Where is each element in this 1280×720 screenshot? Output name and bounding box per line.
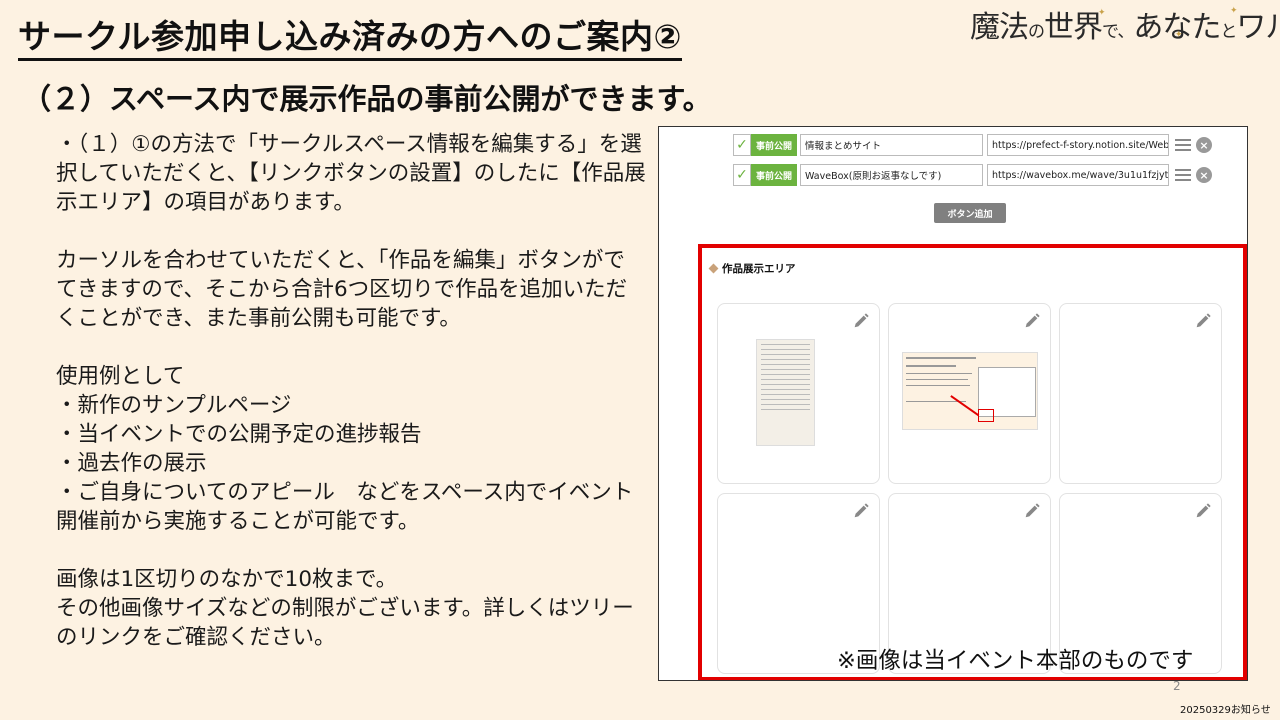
thumbnail-image — [902, 352, 1038, 430]
drag-handle-icon[interactable] — [1175, 169, 1192, 181]
gallery-card[interactable] — [1059, 303, 1222, 484]
gallery-area: 作品展示エリア ※画像は当イベント本部のものです — [698, 244, 1247, 680]
gallery-title: 作品展示エリア — [708, 261, 796, 276]
pencil-icon[interactable] — [1023, 312, 1041, 330]
pencil-icon[interactable] — [1023, 502, 1041, 520]
slide-subtitle: （２）スペース内で展示作品の事前公開ができます。 — [22, 82, 712, 116]
link-name-input[interactable]: WaveBox(原則お返事なしです) — [800, 164, 984, 186]
preview-badge: 事前公開 — [751, 164, 798, 186]
paragraph-intro: ・（１）①の方法で「サークルスペース情報を編集する」を選択していただくと、【リン… — [56, 132, 646, 215]
gallery-card[interactable] — [888, 303, 1051, 484]
usage-item: ・新作のサンプルページ — [56, 393, 292, 418]
check-icon[interactable]: ✓ — [733, 164, 751, 186]
pencil-icon[interactable] — [852, 312, 870, 330]
check-icon[interactable]: ✓ — [733, 134, 751, 156]
footer-label: 20250329お知らせ — [1180, 705, 1271, 716]
body-text: ・（１）①の方法で「サークルスペース情報を編集する」を選択していただくと、【リン… — [56, 130, 646, 652]
thumbnail-image — [756, 339, 815, 446]
link-url-input[interactable]: https://wavebox.me/wave/3u1u1fzjyte6m3q5… — [987, 164, 1170, 186]
link-row: ✓ 事前公開 WaveBox(原則お返事なしです) https://wavebo… — [733, 163, 1213, 187]
drag-handle-icon[interactable] — [1175, 139, 1192, 151]
gallery-card[interactable] — [717, 303, 880, 484]
pencil-icon[interactable] — [1194, 312, 1212, 330]
link-url-input[interactable]: https://prefect-f-story.notion.site/Web-… — [987, 134, 1170, 156]
link-name-input[interactable]: 情報まとめサイト — [800, 134, 984, 156]
usage-item: ・過去作の展示 — [56, 451, 207, 476]
usage-item: ・ご自身についてのアピール などをスペース内でイベント開催前から実施することが可… — [56, 480, 634, 534]
paragraph-edit: カーソルを合わせていただくと、「作品を編集」ボタンがでてきますので、そこから合計… — [56, 248, 628, 331]
restriction-text: その他画像サイズなどの制限がございます。詳しくはツリーのリンクをご確認ください。 — [56, 596, 634, 650]
close-icon[interactable]: × — [1196, 167, 1213, 183]
close-icon[interactable]: × — [1196, 137, 1213, 153]
page-number: 2 — [1173, 679, 1181, 693]
usage-item: ・当イベントでの公開予定の進捗報告 — [56, 422, 422, 447]
usage-heading: 使用例として — [56, 364, 185, 389]
link-row: ✓ 事前公開 情報まとめサイト https://prefect-f-story.… — [733, 133, 1213, 157]
pencil-icon[interactable] — [852, 502, 870, 520]
image-note: ※画像は当イベント本部のものです — [837, 648, 1194, 674]
image-limit-text: 画像は1区切りのなかで10枚まで。 — [56, 567, 398, 592]
event-logo: 魔法の世界で、あなたとワルツを ✦ ✦ ✦ — [970, 6, 1280, 45]
diamond-icon — [708, 263, 719, 274]
pencil-icon[interactable] — [1194, 502, 1212, 520]
preview-badge: 事前公開 — [751, 134, 798, 156]
add-button[interactable]: ボタン追加 — [934, 203, 1006, 223]
embedded-screenshot: ✓ 事前公開 情報まとめサイト https://prefect-f-story.… — [658, 126, 1248, 681]
slide-title: サークル参加申し込み済みの方へのご案内② — [18, 18, 682, 61]
gallery-title-label: 作品展示エリア — [722, 263, 796, 275]
